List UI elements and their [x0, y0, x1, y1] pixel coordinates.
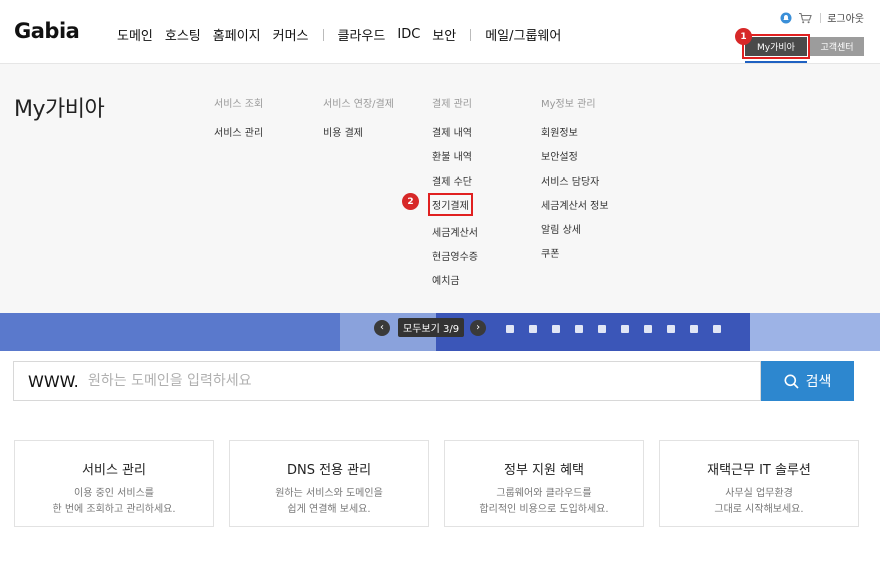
menu-link-service-manage[interactable]: 서비스 관리	[214, 124, 263, 148]
banner-category-icons	[506, 325, 736, 333]
menu-link-coupon[interactable]: 쿠폰	[541, 245, 609, 269]
my-gabia-tab[interactable]: My가비아	[742, 34, 810, 59]
nav-homepage[interactable]: 홈페이지	[213, 25, 261, 44]
menu-link-cost-payment[interactable]: 비용 결제	[323, 124, 394, 148]
panel-title: My가비아	[14, 97, 105, 122]
category-icon[interactable]	[667, 325, 675, 333]
column-heading: 서비스 조회	[214, 99, 264, 110]
banner-pager: ‹ 모두보기 3/9 ›	[374, 318, 487, 337]
menu-link-member-info[interactable]: 회원정보	[541, 124, 609, 148]
banner-image-segment	[750, 313, 880, 351]
menu-column-my-info: My정보 관리 회원정보 보안설정 서비스 담당자 세금계산서 정보 알림 상세…	[541, 95, 609, 270]
menu-link-tax-invoice[interactable]: 세금계산서	[432, 224, 478, 248]
column-heading: 결제 관리	[432, 99, 472, 110]
search-button[interactable]: 검색	[761, 361, 854, 401]
menu-column-payment-manage: 결제 관리 결제 내역 환불 내역 결제 수단 정기결제 세금계산서 현금영수증…	[428, 95, 478, 297]
menu-link-payment-method[interactable]: 결제 수단	[432, 173, 478, 197]
column-heading: My정보 관리	[541, 99, 596, 110]
card-desc-line: 한 번에 조회하고 관리하세요.	[52, 504, 176, 515]
menu-link-tax-invoice-info[interactable]: 세금계산서 정보	[541, 197, 609, 221]
category-icon[interactable]	[690, 325, 698, 333]
domain-search-input[interactable]	[88, 368, 748, 394]
nav-security[interactable]: 보안	[432, 25, 456, 44]
card-desc-line: 그룹웨어와 클라우드를	[496, 488, 592, 499]
card-desc-line: 합리적인 비용으로 도입하세요.	[479, 504, 609, 515]
card-desc-line: 쉽게 연결해 보세요.	[287, 504, 371, 515]
chevron-right-icon[interactable]: ›	[470, 319, 487, 336]
main-nav: 도메인 호스팅 홈페이지 커머스 클라우드 IDC 보안 메일/그룹웨어	[117, 25, 573, 44]
logout-link[interactable]: 로그아웃	[827, 10, 864, 25]
menu-column-renew-pay: 서비스 연장/결제 비용 결제	[323, 95, 394, 148]
menu-link-deposit[interactable]: 예치금	[432, 272, 478, 296]
card-desc-line: 사무실 업무환경	[725, 488, 793, 499]
category-icon[interactable]	[621, 325, 629, 333]
nav-divider	[470, 28, 472, 41]
menu-link-recurring-payment[interactable]: 정기결제	[428, 192, 473, 216]
utility-links: 로그아웃	[780, 10, 864, 25]
customer-center-tab[interactable]: 고객센터	[810, 37, 864, 56]
step-badge-2: 2	[402, 193, 419, 210]
menu-column-service-view: 서비스 조회 서비스 관리	[214, 95, 263, 148]
card-title: 정부 지원 혜택	[503, 463, 585, 478]
nav-hosting[interactable]: 호스팅	[165, 25, 201, 44]
active-tab-indicator	[745, 61, 807, 63]
card-desc-line: 그대로 시작해보세요.	[714, 504, 804, 515]
quick-cards: 서비스 관리 이용 중인 서비스를 한 번에 조회하고 관리하세요. DNS 전…	[14, 440, 859, 527]
category-icon[interactable]	[529, 325, 537, 333]
menu-link-cash-receipt[interactable]: 현금영수증	[432, 248, 478, 272]
menu-link-notification-detail[interactable]: 알림 상세	[541, 221, 609, 245]
my-gabia-menu-panel: My가비아 서비스 조회 서비스 관리 서비스 연장/결제 비용 결제 결제 관…	[0, 64, 880, 313]
util-divider	[820, 12, 822, 23]
column-heading: 서비스 연장/결제	[323, 99, 394, 110]
category-icon[interactable]	[713, 325, 721, 333]
nav-divider	[322, 28, 324, 41]
category-icon[interactable]	[644, 325, 652, 333]
card-dns-manage[interactable]: DNS 전용 관리 원하는 서비스와 도메인을 쉽게 연결해 보세요.	[229, 440, 429, 527]
gabia-logo[interactable]: Gabia	[14, 19, 80, 43]
card-gov-support[interactable]: 정부 지원 혜택 그룹웨어와 클라우드를 합리적인 비용으로 도입하세요.	[444, 440, 644, 527]
menu-link-payment-history[interactable]: 결제 내역	[432, 124, 478, 148]
search-button-label: 검색	[805, 374, 832, 390]
nav-domain[interactable]: 도메인	[117, 25, 153, 44]
nav-idc[interactable]: IDC	[397, 27, 420, 42]
category-icon[interactable]	[598, 325, 606, 333]
card-title: DNS 전용 관리	[286, 463, 372, 478]
nav-mail-groupware[interactable]: 메일/그룹웨어	[485, 25, 561, 44]
search-prefix: WWW.	[28, 372, 79, 391]
domain-search-box: WWW.	[13, 361, 761, 401]
menu-link-service-contact[interactable]: 서비스 담당자	[541, 173, 609, 197]
nav-commerce[interactable]: 커머스	[273, 25, 309, 44]
category-icon[interactable]	[575, 325, 583, 333]
category-icon[interactable]	[552, 325, 560, 333]
category-icon[interactable]	[506, 325, 514, 333]
header-tabs: My가비아 고객센터	[742, 34, 864, 59]
chevron-left-icon[interactable]: ‹	[374, 319, 390, 336]
card-remote-work[interactable]: 재택근무 IT 솔루션 사무실 업무환경 그대로 시작해보세요.	[659, 440, 859, 527]
banner-view-all[interactable]: 모두보기 3/9	[398, 318, 465, 337]
card-service-manage[interactable]: 서비스 관리 이용 중인 서비스를 한 번에 조회하고 관리하세요.	[14, 440, 214, 527]
card-desc-line: 이용 중인 서비스를	[74, 488, 154, 499]
menu-link-security-settings[interactable]: 보안설정	[541, 148, 609, 172]
step-badge-1: 1	[735, 28, 752, 45]
menu-link-refund-history[interactable]: 환불 내역	[432, 148, 478, 172]
card-title: 재택근무 IT 솔루션	[707, 463, 811, 478]
search-icon	[784, 374, 799, 389]
cart-icon[interactable]	[798, 12, 812, 24]
card-desc-line: 원하는 서비스와 도메인을	[275, 488, 383, 499]
card-title: 서비스 관리	[82, 463, 146, 478]
nav-cloud[interactable]: 클라우드	[338, 25, 386, 44]
bell-icon[interactable]	[780, 12, 792, 24]
